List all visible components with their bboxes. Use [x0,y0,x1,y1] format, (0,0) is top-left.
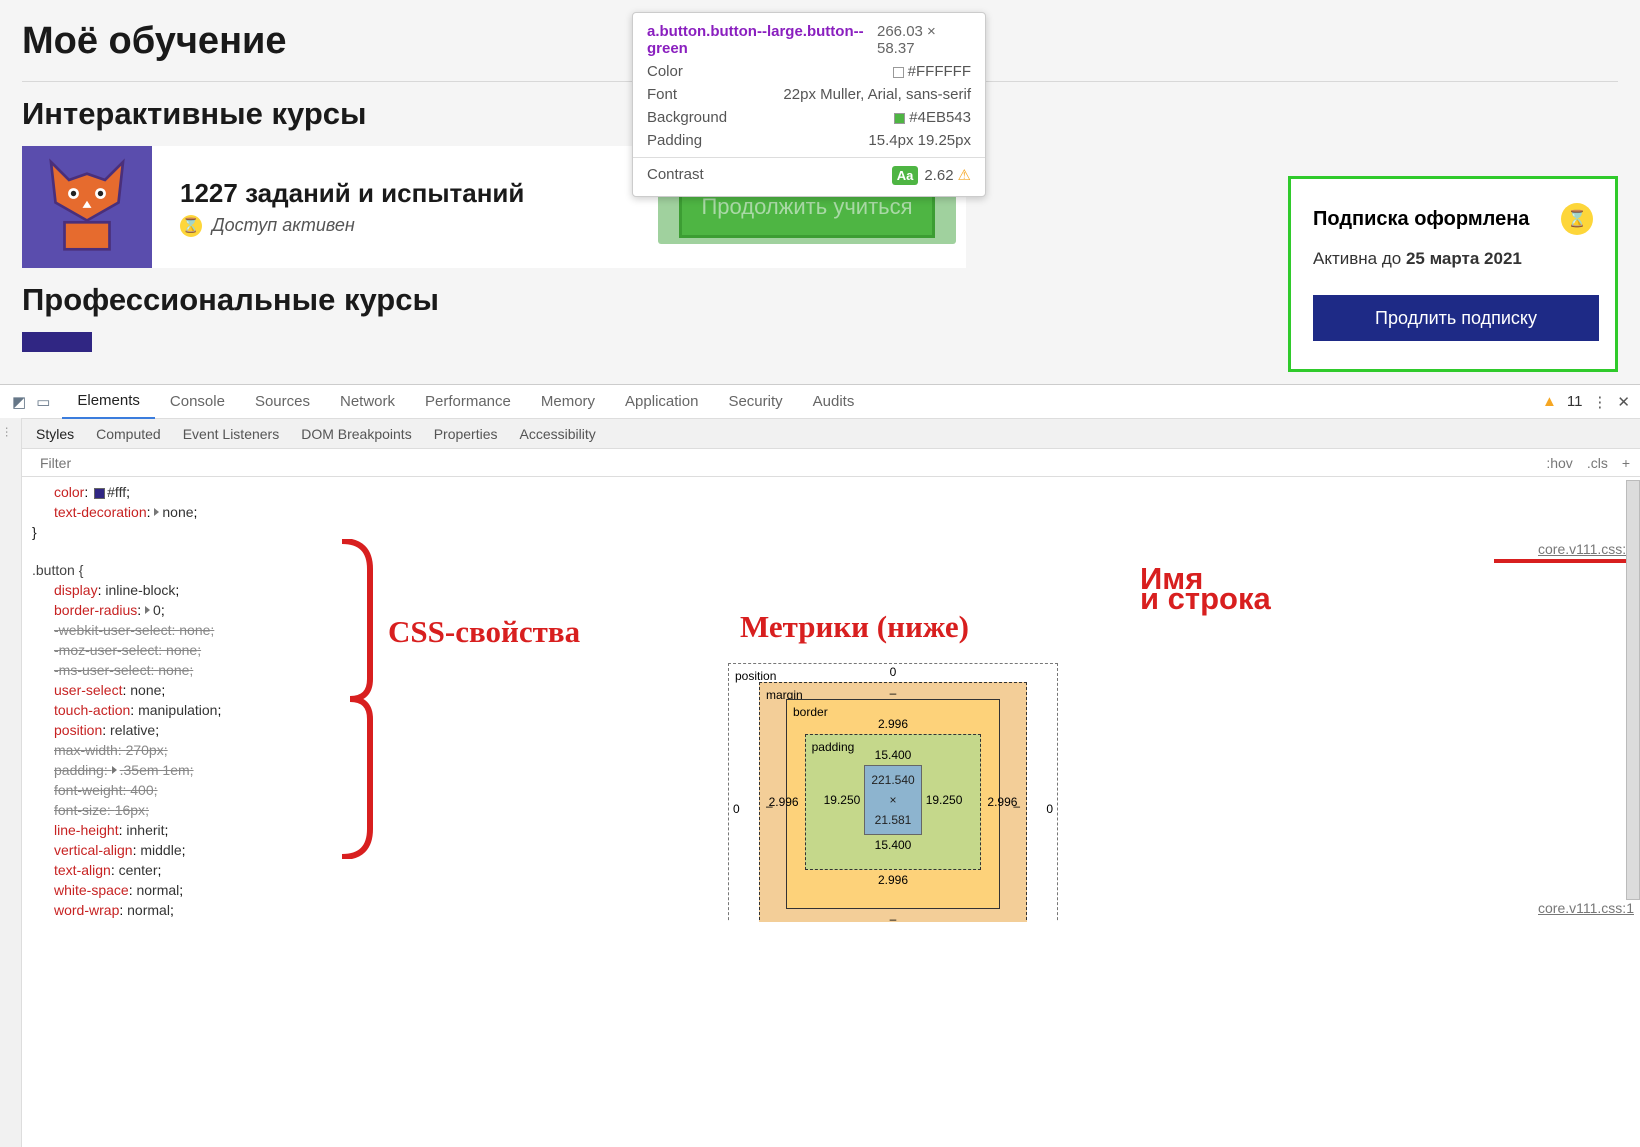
course-card-peek [22,332,92,352]
elements-tree-rail[interactable]: … [0,418,22,1147]
tab-application[interactable]: Application [610,385,713,419]
subtab-properties[interactable]: Properties [434,426,498,442]
tab-network[interactable]: Network [325,385,410,419]
subscription-expiry: Активна до 25 марта 2021 [1313,249,1593,269]
cls-toggle[interactable]: .cls [1587,455,1608,471]
tab-performance[interactable]: Performance [410,385,526,419]
devtools-panel: ◩ ▭ ElementsConsoleSourcesNetworkPerform… [0,384,1640,922]
tooltip-padding-label: Padding [647,132,702,149]
expiry-date: 25 марта 2021 [1406,249,1522,268]
css-declaration[interactable]: text-decoration: none; [32,502,1640,522]
warning-icon[interactable]: ▲ [1542,393,1557,410]
tooltip-dimensions: 266.03 × 58.37 [877,23,971,57]
rule-selector[interactable]: .button { [32,560,1640,580]
device-toolbar-icon[interactable]: ▭ [36,393,50,411]
rule-close: } [32,522,1640,542]
contrast-aa-badge: Aa [892,166,919,185]
course-avatar [22,146,152,268]
tooltip-color-value: #FFFFFF [893,63,971,80]
annotation-css-props: CSS-свойства [388,622,580,642]
styles-filter-input[interactable] [32,451,1546,475]
annotation-bracket [340,539,370,859]
tab-security[interactable]: Security [713,385,797,419]
renew-subscription-button[interactable]: Продлить подписку [1313,295,1599,341]
tab-memory[interactable]: Memory [526,385,610,419]
hourglass-icon: ⌛ [1561,203,1593,235]
box-model-diagram: position 0 0 0 0 margin – – – – border 2… [728,663,1058,863]
subtab-event-listeners[interactable]: Event Listeners [183,426,280,442]
tab-elements[interactable]: Elements [62,385,155,419]
hov-toggle[interactable]: :hov [1546,455,1572,471]
annotation-name-and-line: Имя и строка [1140,569,1271,609]
warning-count[interactable]: 11 [1567,393,1583,410]
hourglass-icon: ⌛ [180,215,202,237]
tab-audits[interactable]: Audits [798,385,870,419]
color-swatch-icon [894,113,905,124]
tooltip-contrast-value: Aa2.62⚠ [892,166,971,184]
warning-icon: ⚠ [958,167,971,184]
course-title: 1227 заданий и испытаний [180,178,658,209]
tooltip-padding-value: 15.4px 19.25px [868,132,971,149]
bm-padding-label: padding [812,737,855,757]
tooltip-font-value: 22px Muller, Arial, sans-serif [783,86,971,103]
source-link[interactable]: core.v111.css:1 [1538,898,1634,918]
course-info: 1227 заданий и испытаний ⌛ Доступ активе… [152,178,658,237]
subtab-styles[interactable]: Styles [36,426,74,442]
styles-pane: color: #fff;text-decoration: none;}core.… [0,477,1640,922]
tooltip-font-label: Font [647,86,677,103]
color-swatch-icon [893,67,904,78]
devtools-main-tabs: ◩ ▭ ElementsConsoleSourcesNetworkPerform… [0,385,1640,419]
styles-sub-tabs: Styles Computed Event Listeners DOM Breakpo… [0,419,1640,449]
subtab-dom-breakpoints[interactable]: DOM Breakpoints [301,426,411,442]
add-rule-button[interactable]: + [1622,455,1630,471]
bm-content: 221.540 × 21.581 [864,765,921,835]
tooltip-color-label: Color [647,63,683,80]
tooltip-bg-value: #4EB543 [894,109,971,126]
subscription-title: Подписка оформлена [1313,208,1529,231]
css-declaration[interactable]: color: #fff; [32,482,1640,502]
tooltip-selector: a.button.button--large.button--green [647,23,877,57]
styles-filter-row: :hov .cls + [0,449,1640,477]
annotation-metrics: Метрики (ниже) [740,617,969,637]
bm-border-label: border [793,702,828,722]
css-declaration[interactable]: display: inline-block; [32,580,1640,600]
course-status: ⌛ Доступ активен [180,215,658,237]
source-link[interactable]: core.v111.css:1 [1538,539,1634,559]
tab-console[interactable]: Console [155,385,240,419]
subtab-accessibility[interactable]: Accessibility [520,426,596,442]
expiry-prefix: Активна до [1313,249,1406,268]
scrollbar-thumb[interactable] [1626,480,1640,900]
inspect-icon[interactable]: ◩ [12,393,26,411]
tooltip-bg-label: Background [647,109,727,126]
element-inspector-tooltip: a.button.button--large.button--green 266… [632,12,986,197]
subtab-computed[interactable]: Computed [96,426,161,442]
tab-sources[interactable]: Sources [240,385,325,419]
close-icon[interactable]: ✕ [1617,393,1630,411]
more-icon[interactable]: ⋮ [1592,393,1607,411]
course-status-text: Доступ активен [212,215,355,236]
subscription-card: Подписка оформлена ⌛ Активна до 25 марта… [1288,176,1618,372]
tooltip-contrast-label: Contrast [647,166,704,184]
